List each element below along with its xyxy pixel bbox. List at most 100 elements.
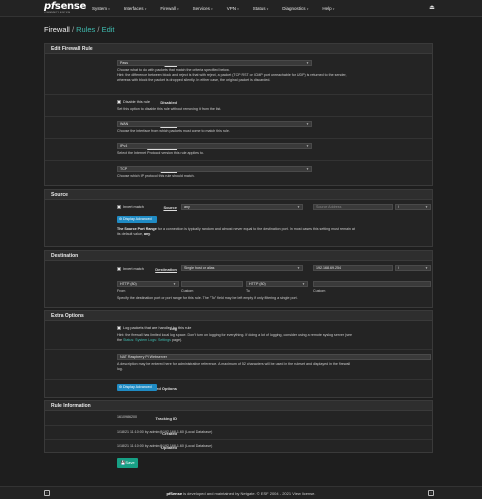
caret-down-icon: ▾ <box>108 7 110 11</box>
action-select[interactable]: Pass ▼ <box>117 60 312 66</box>
custom-label: Custom <box>313 289 326 293</box>
protocol-help: Choose which IP protocol this rule shoul… <box>117 174 195 178</box>
source-label: Source <box>163 205 177 210</box>
gear-icon: ⚙ <box>119 217 123 221</box>
log-help-1: Hint: the firewall has limited local log… <box>117 333 353 337</box>
pfsense-logo[interactable]: pfsense COMMUNITY EDITION <box>44 1 86 15</box>
syslog-settings-link[interactable]: Status: System Logs: Settings <box>123 338 171 342</box>
address-family-select[interactable]: IPv4 ▼ <box>117 143 312 149</box>
source-invert-checkbox[interactable] <box>117 205 121 209</box>
menu-services[interactable]: Services ▾ <box>193 4 213 13</box>
rule-information-panel: Rule Information Tracking ID 1610986200 … <box>44 400 433 453</box>
tracking-label: Tracking ID <box>155 416 177 421</box>
description-input[interactable]: NAT Raspberry Pi Webserver <box>117 354 431 360</box>
caret-down-icon: ▾ <box>332 7 335 11</box>
save-button[interactable]: 💾Save <box>117 458 138 468</box>
destination-address-input[interactable]: 192.168.69.254 <box>313 265 393 271</box>
footer-text: pfSense is developed and maintained by N… <box>166 491 316 496</box>
log-checkbox[interactable] <box>117 326 121 330</box>
panel-title: Extra Options <box>45 311 432 321</box>
menu-interfaces[interactable]: Interfaces ▾ <box>124 4 147 13</box>
description-row: Description NAT Raspberry Pi Webserver A… <box>45 349 432 379</box>
footer: ▫ pfSense is developed and maintained by… <box>0 486 482 499</box>
edit-rule-panel: Edit Firewall Rule Action Pass▼ Choose w… <box>44 43 433 186</box>
chevron-down-icon: ▼ <box>297 266 300 270</box>
chevron-down-icon: ▼ <box>425 205 428 209</box>
dest-port-from-select[interactable]: HTTP (80) ▼ <box>117 281 179 287</box>
caret-down-icon: ▾ <box>211 7 213 11</box>
logo-prefix: pf <box>44 1 55 12</box>
sign-out-icon[interactable]: ⏏ <box>428 4 436 12</box>
source-row: Source Invert match any ▼ Source Address … <box>45 200 432 246</box>
protocol-select[interactable]: TCP ▼ <box>117 166 312 172</box>
logo-edition: COMMUNITY EDITION <box>44 12 71 14</box>
interface-help: Choose the interface from which packets … <box>117 129 230 133</box>
destination-invert-checkbox[interactable] <box>117 267 121 271</box>
chevron-down-icon: ▼ <box>306 167 309 171</box>
chevron-down-icon: ▼ <box>306 61 309 65</box>
menu-vpn[interactable]: VPN ▾ <box>227 4 239 13</box>
source-display-advanced-button[interactable]: ⚙ Display Advanced <box>117 216 157 223</box>
menu-diagnostics[interactable]: Diagnostics ▾ <box>282 4 308 13</box>
interface-select[interactable]: WAN ▼ <box>117 121 312 127</box>
destination-port-help: Specify the destination port or port ran… <box>117 296 298 300</box>
log-row: Log Log packets that are handled by this… <box>45 321 432 349</box>
caret-down-icon: ▾ <box>177 7 179 11</box>
chevron-down-icon: ▼ <box>173 282 176 286</box>
address-family-help: Select the Internet Protocol version thi… <box>117 151 204 155</box>
disabled-label: Disabled <box>160 100 177 105</box>
breadcrumb-edit[interactable]: Edit <box>102 25 115 34</box>
netgate-link[interactable]: Netgate <box>241 491 255 496</box>
log-help-2: the Status: System Logs: Settings page). <box>117 338 183 342</box>
menu-firewall[interactable]: Firewall ▾ <box>160 4 178 13</box>
destination-mask-select[interactable]: / ▼ <box>395 265 431 271</box>
breadcrumb-rules[interactable]: Rules <box>76 25 95 34</box>
panel-title: Destination <box>45 251 432 261</box>
advanced-options-row: Advanced Options ⚙ Display Advanced <box>45 379 432 397</box>
extra-options-panel: Extra Options Log Log packets that are h… <box>44 310 433 398</box>
created-value: 1/18/21 11:10:00 by admin@192.168.1.60 (… <box>117 430 213 434</box>
menu-status[interactable]: Status ▾ <box>253 4 269 13</box>
dest-port-to-select[interactable]: HTTP (80) ▼ <box>246 281 308 287</box>
log-checkbox-label: Log packets that are handled by this rul… <box>123 326 192 330</box>
destination-label: Destination <box>155 267 177 272</box>
breadcrumb-firewall: Firewall <box>44 25 70 34</box>
dest-port-from-custom-input[interactable] <box>181 281 243 287</box>
panel-title: Rule Information <box>45 401 432 411</box>
disable-checkbox[interactable] <box>117 100 121 104</box>
destination-panel: Destination Destination Invert match Sin… <box>44 250 433 308</box>
description-help-1: A description may be entered here for ad… <box>117 362 351 366</box>
chevron-down-icon: ▼ <box>306 122 309 126</box>
disable-checkbox-label: Disable this rule <box>123 100 151 104</box>
action-row: Action Pass▼ Choose what to do with pack… <box>45 54 432 94</box>
source-mask-select[interactable]: / ▼ <box>395 204 431 210</box>
caret-down-icon: ▾ <box>144 7 147 11</box>
source-invert-label: Invert match <box>123 205 144 209</box>
source-type-select[interactable]: any ▼ <box>181 204 303 210</box>
from-label: From <box>117 289 126 293</box>
destination-row: Destination Invert match Single host or … <box>45 261 432 278</box>
to-label: To <box>246 289 250 293</box>
destination-type-select[interactable]: Single host or alias ▼ <box>181 265 303 271</box>
source-help-2: its default value, any. <box>117 232 152 236</box>
disabled-row: Disabled Disable this rule Set this opti… <box>45 94 432 116</box>
menu-help[interactable]: Help ▾ <box>322 4 334 13</box>
logo-text: sense <box>54 1 87 12</box>
view-license-link[interactable]: View license. <box>292 491 315 496</box>
destination-port-row: Destination Port Range HTTP (80)▼ HTTP (… <box>45 278 432 307</box>
menu-system[interactable]: System ▾ <box>92 4 110 13</box>
action-help-3: whereas with block the packet is dropped… <box>117 78 271 82</box>
dest-port-to-custom-input[interactable] <box>313 281 431 287</box>
action-help-2: Hint: the difference between block and r… <box>117 73 347 77</box>
destination-invert-label: Invert match <box>123 267 144 271</box>
footer-right-icon[interactable]: ▫ <box>428 490 434 496</box>
chevron-down-icon: ▼ <box>306 144 309 148</box>
gear-icon: ⚙ <box>119 385 123 389</box>
extra-display-advanced-button[interactable]: ⚙ Display Advanced <box>117 384 157 391</box>
custom-label: Custom <box>181 289 194 293</box>
caret-down-icon: ▾ <box>306 7 309 11</box>
source-panel: Source Source Invert match any ▼ Source A… <box>44 189 433 247</box>
action-help-1: Choose what to do with packets that matc… <box>117 68 230 72</box>
protocol-row: Protocol TCP▼ Choose which IP protocol t… <box>45 160 432 185</box>
source-address-input[interactable]: Source Address <box>313 204 393 210</box>
